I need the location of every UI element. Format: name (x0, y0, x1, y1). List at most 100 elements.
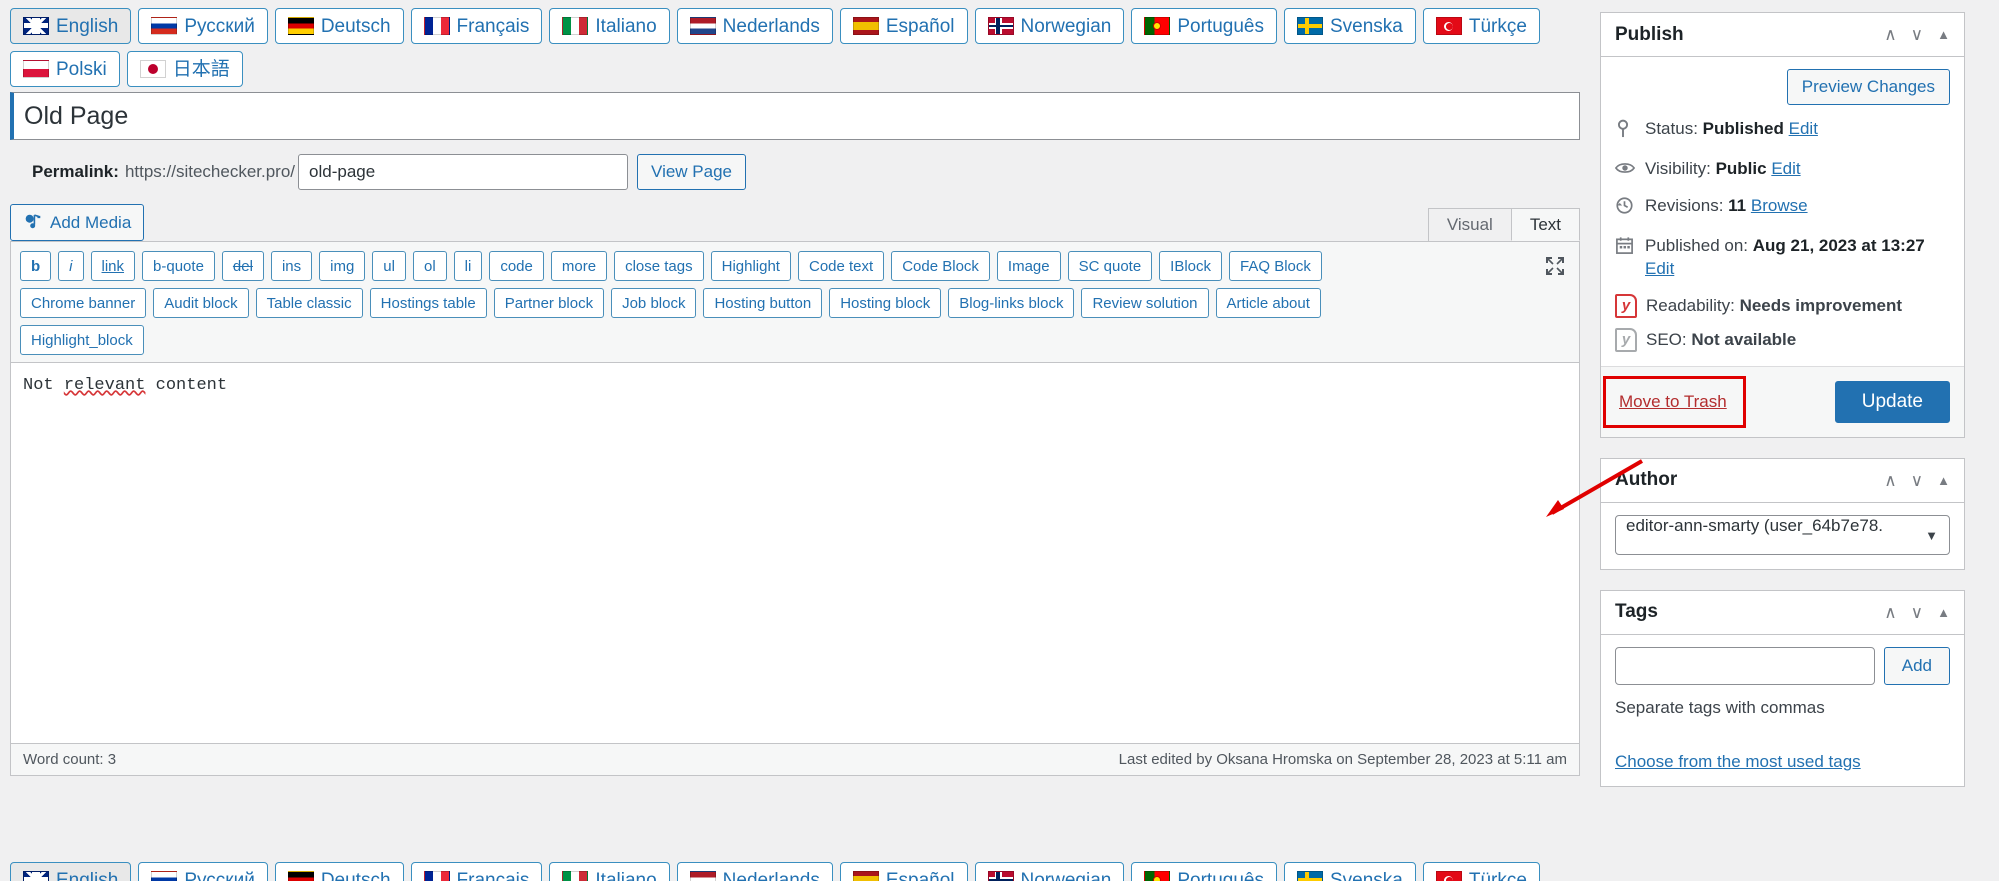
language-button-12[interactable]: 日本語 (126, 51, 243, 87)
flag-icon-it (562, 17, 589, 35)
quicktag-button-li[interactable]: li (453, 251, 483, 281)
author-panel-body: editor-ann-smarty (user_64b7e78. ▼ (1601, 503, 1964, 569)
post-content-textarea[interactable]: Not relevant content (10, 362, 1580, 744)
quicktag-button-faq-block[interactable]: FAQ Block (1229, 251, 1322, 281)
quicktag-button-article-about[interactable]: Article about (1215, 288, 1321, 318)
quicktag-button-sc-quote[interactable]: SC quote (1067, 251, 1153, 281)
quicktag-button-hostings-table[interactable]: Hostings table (369, 288, 487, 318)
language-button-0[interactable]: English (10, 8, 132, 44)
view-page-button[interactable]: View Page (637, 154, 746, 190)
language-button-1[interactable]: Русский (138, 862, 268, 881)
language-button-4[interactable]: Italiano (549, 8, 670, 44)
add-tag-button[interactable]: Add (1883, 646, 1950, 685)
quicktag-button-hosting-button[interactable]: Hosting button (703, 288, 823, 318)
quicktag-button-more[interactable]: more (550, 251, 608, 281)
quicktag-button-code-block[interactable]: Code Block (891, 251, 990, 281)
quicktag-button-hosting-block[interactable]: Hosting block (829, 288, 942, 318)
toggle-panel-icon[interactable]: ▲ (1937, 28, 1950, 41)
permalink-slug-input[interactable] (298, 154, 629, 190)
language-button-5[interactable]: Nederlands (676, 862, 833, 881)
move-up-icon[interactable]: ∧ (1884, 26, 1896, 43)
language-button-label: English (56, 15, 119, 37)
language-button-label: Français (456, 869, 530, 881)
language-button-6[interactable]: Español (839, 8, 968, 44)
language-button-6[interactable]: Español (839, 862, 968, 881)
quicktag-button-ins[interactable]: ins (270, 251, 313, 281)
tags-panel-header: Tags ∧ ∨ ▲ (1601, 591, 1964, 635)
language-button-2[interactable]: Deutsch (274, 862, 404, 881)
choose-most-used-tags-link[interactable]: Choose from the most used tags (1615, 752, 1861, 771)
preview-changes-button[interactable]: Preview Changes (1786, 69, 1950, 105)
quicktag-button-code[interactable]: code (489, 251, 544, 281)
quicktag-button-ol[interactable]: ol (412, 251, 447, 281)
move-down-icon[interactable]: ∨ (1911, 604, 1923, 621)
language-button-9[interactable]: Svenska (1283, 8, 1416, 44)
language-button-8[interactable]: Português (1131, 8, 1277, 44)
language-button-8[interactable]: Português (1131, 862, 1277, 881)
language-button-5[interactable]: Nederlands (676, 8, 833, 44)
word-count: Word count: 3 (23, 751, 117, 768)
language-button-4[interactable]: Italiano (549, 862, 670, 881)
quicktag-button-highlight-block[interactable]: Highlight_block (20, 325, 144, 355)
language-button-9[interactable]: Svenska (1283, 862, 1416, 881)
bottom-language-strip: English Русский Deutsch Français Italiano Ned… (0, 862, 1592, 881)
move-down-icon[interactable]: ∨ (1911, 26, 1923, 43)
toggle-panel-icon[interactable]: ▲ (1937, 606, 1950, 619)
language-button-7[interactable]: Norwegian (974, 862, 1125, 881)
language-button-11[interactable]: Polski (10, 51, 120, 87)
language-button-3[interactable]: Français (410, 862, 543, 881)
quicktag-button-blog-links-block[interactable]: Blog-links block (948, 288, 1075, 318)
add-media-button[interactable]: Add Media (10, 204, 145, 241)
update-button[interactable]: Update (1834, 380, 1950, 423)
move-to-trash-link[interactable]: Move to Trash (1619, 392, 1727, 411)
language-button-0[interactable]: English (10, 862, 132, 881)
move-up-icon[interactable]: ∧ (1884, 472, 1896, 489)
quicktag-button-image[interactable]: Image (996, 251, 1061, 281)
language-button-10[interactable]: Türkçe (1422, 862, 1540, 881)
language-button-10[interactable]: Türkçe (1422, 8, 1540, 44)
visibility-edit-link[interactable]: Edit (1771, 159, 1800, 178)
language-button-7[interactable]: Norwegian (974, 8, 1125, 44)
content-misspelled-word: relevant (63, 376, 146, 395)
move-up-icon[interactable]: ∧ (1884, 604, 1896, 621)
quicktag-button-link[interactable]: link (90, 251, 136, 281)
quicktag-button-del[interactable]: del (221, 251, 264, 281)
quicktag-button-i[interactable]: i (58, 251, 84, 281)
quicktag-button-iblock[interactable]: IBlock (1159, 251, 1223, 281)
flag-icon-fr (423, 17, 450, 35)
quicktag-button-img[interactable]: img (319, 251, 366, 281)
move-down-icon[interactable]: ∨ (1911, 472, 1923, 489)
seo-value: Not available (1691, 329, 1797, 349)
preview-row: Preview Changes (1615, 69, 1950, 105)
toggle-panel-icon[interactable]: ▲ (1937, 474, 1950, 487)
readability-row: y Readability: Needs improvement (1615, 293, 1950, 318)
tags-hint: Separate tags with commas (1615, 697, 1825, 717)
quicktag-button-review-solution[interactable]: Review solution (1081, 288, 1209, 318)
quicktag-button-ul[interactable]: ul (372, 251, 406, 281)
fullscreen-icon[interactable] (1543, 254, 1567, 278)
language-button-3[interactable]: Français (410, 8, 543, 44)
status-edit-link[interactable]: Edit (1789, 119, 1818, 138)
quicktag-button-code-text[interactable]: Code text (797, 251, 885, 281)
publish-actions-row: Move to Trash Update (1601, 365, 1964, 437)
language-button-2[interactable]: Deutsch (274, 8, 404, 44)
post-title-input[interactable] (10, 92, 1580, 140)
quicktag-button-highlight[interactable]: Highlight (710, 251, 791, 281)
quicktag-button-audit-block[interactable]: Audit block (153, 288, 249, 318)
tab-text[interactable]: Text (1510, 208, 1580, 241)
quicktag-button-b-quote[interactable]: b-quote (142, 251, 215, 281)
tab-visual[interactable]: Visual (1427, 208, 1512, 241)
published-on-edit-link[interactable]: Edit (1645, 259, 1674, 278)
tag-input[interactable] (1615, 646, 1875, 685)
quicktag-button-chrome-banner[interactable]: Chrome banner (20, 288, 147, 318)
quicktag-button-close-tags[interactable]: close tags (614, 251, 704, 281)
last-edited-info: Last edited by Oksana Hromska on Septemb… (1118, 751, 1567, 768)
quicktag-button-b[interactable]: b (20, 251, 52, 281)
quicktag-button-table-classic[interactable]: Table classic (255, 288, 363, 318)
quicktag-button-job-block[interactable]: Job block (611, 288, 697, 318)
quicktags-row-3: Highlight_block (20, 325, 1570, 355)
revisions-browse-link[interactable]: Browse (1751, 196, 1808, 215)
quicktag-button-partner-block[interactable]: Partner block (493, 288, 605, 318)
language-button-1[interactable]: Русский (138, 8, 268, 44)
author-select[interactable]: editor-ann-smarty (user_64b7e78. (1615, 514, 1950, 555)
